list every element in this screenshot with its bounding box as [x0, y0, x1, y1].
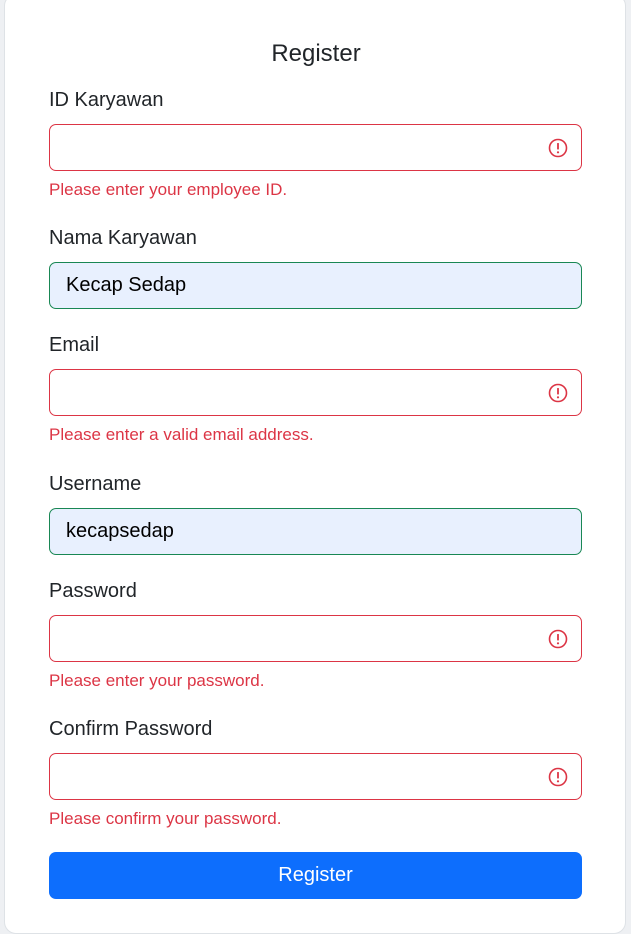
email-group: Email Please enter a valid email address… — [49, 332, 582, 446]
confirm-password-error: Please confirm your password. — [49, 809, 282, 828]
email-error: Please enter a valid email address. — [49, 425, 314, 444]
confirm-password-input[interactable] — [49, 753, 582, 800]
register-button[interactable]: Register — [49, 852, 582, 899]
register-card: Register ID Karyawan Please enter your e… — [4, 0, 626, 934]
exclamation-circle-icon — [548, 383, 568, 403]
page-title: Register — [271, 40, 361, 67]
password-group: Password Please enter your password. — [49, 578, 582, 692]
username-value: kecapsedap — [66, 520, 174, 542]
confirm-password-group: Confirm Password Please confirm your pas… — [49, 716, 582, 830]
employee-id-label: ID Karyawan — [49, 89, 164, 111]
employee-name-value: Kecap Sedap — [66, 274, 187, 296]
employee-name-input[interactable]: Kecap Sedap — [49, 262, 582, 309]
employee-id-group: ID Karyawan Please enter your employee I… — [49, 87, 582, 201]
username-group: Username kecapsedap — [49, 471, 582, 555]
confirm-password-label: Confirm Password — [49, 718, 213, 740]
exclamation-circle-icon — [548, 767, 568, 787]
employee-name-label: Nama Karyawan — [49, 227, 197, 249]
password-label: Password — [49, 580, 137, 602]
password-input[interactable] — [49, 615, 582, 662]
email-input[interactable] — [49, 369, 582, 416]
email-label: Email — [49, 334, 100, 356]
employee-name-group: Nama Karyawan Kecap Sedap — [49, 225, 582, 309]
exclamation-circle-icon — [548, 138, 568, 158]
exclamation-circle-icon — [548, 629, 568, 649]
password-error: Please enter your password. — [49, 671, 265, 690]
employee-id-input[interactable] — [49, 124, 582, 171]
username-input[interactable]: kecapsedap — [49, 508, 582, 555]
username-label: Username — [49, 473, 142, 495]
employee-id-error: Please enter your employee ID. — [49, 180, 288, 199]
